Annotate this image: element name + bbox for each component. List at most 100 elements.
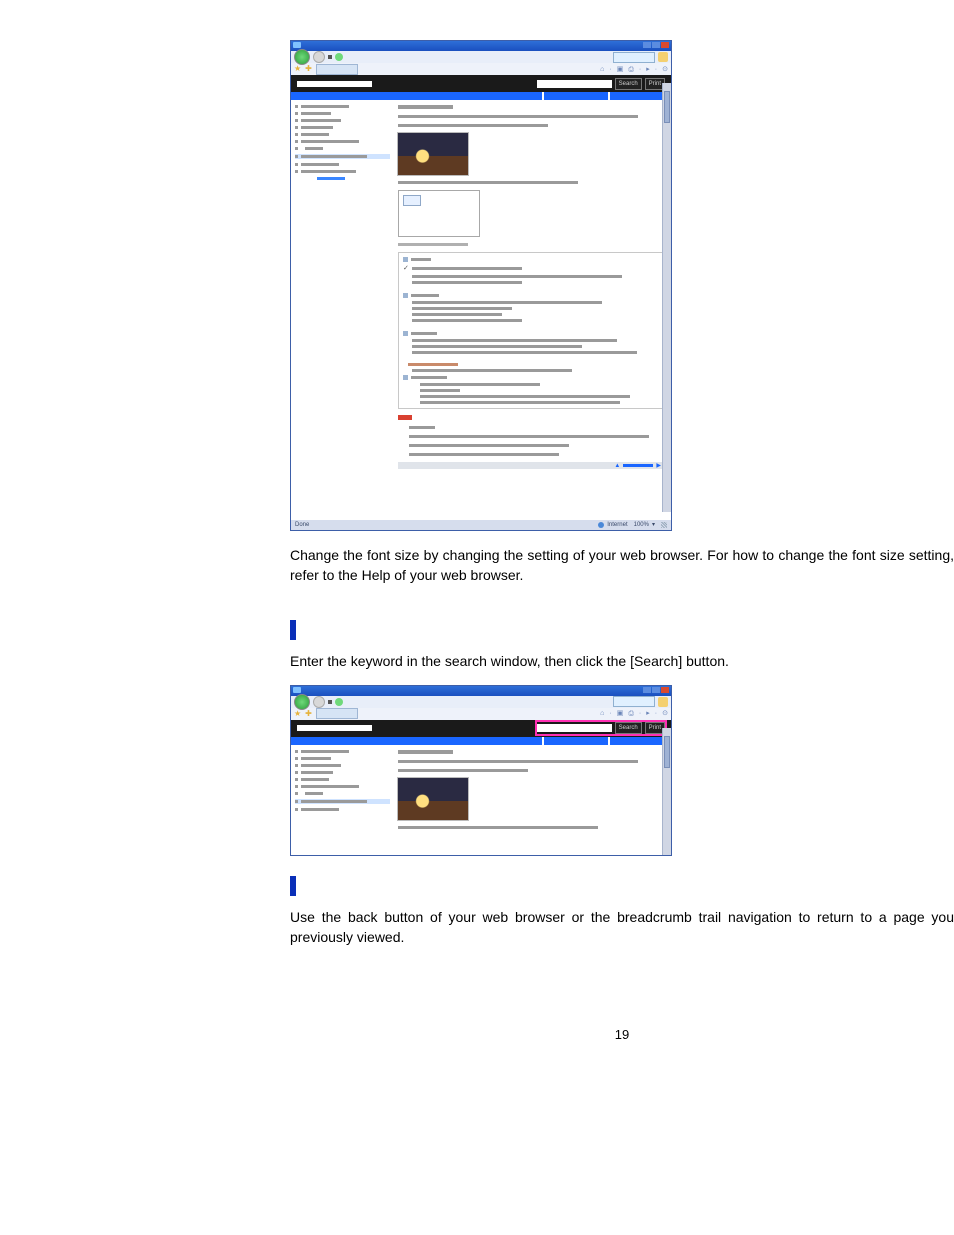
search-area-highlighted: Search Print [537,722,665,734]
text-line [398,115,638,118]
toc-sidebar [291,745,394,855]
maximize-button[interactable] [652,687,660,693]
toc-item-active[interactable] [295,799,390,804]
text-line [398,181,578,184]
maximize-button[interactable] [652,42,660,48]
page-nav: ▲ ▶ [398,462,665,469]
toc-subitem[interactable] [317,177,345,180]
vertical-scrollbar[interactable] [662,83,671,512]
toc-item[interactable] [295,750,390,753]
text-line [398,124,548,127]
browser-screenshot-full: ★ ✚ ⌂· ▣ ⎙· ▸ · ⊙ Search Print [290,40,672,531]
scroll-thumb[interactable] [664,91,670,123]
toc-item[interactable] [295,757,390,760]
toc-item[interactable] [295,133,390,136]
small-icon [403,195,421,206]
tab-toolbar: ★ ✚ ⌂· ▣ ⎙· ▸ · ⊙ [291,63,671,75]
browser-tab[interactable] [316,64,358,75]
next-page-icon[interactable]: ▶ [656,463,661,469]
toc-item[interactable] [295,140,390,143]
toc-item[interactable] [295,808,390,811]
toc-item[interactable] [295,785,390,788]
content-heading [398,750,453,754]
zoom-text: 100% [634,522,649,528]
search-paragraph: Enter the keyword in the search window, … [290,651,954,671]
toc-item[interactable] [295,126,390,129]
search-go-icon[interactable] [658,697,668,707]
text-line [398,760,638,763]
prev-page-icon[interactable]: ▲ [614,463,620,469]
toc-item[interactable] [295,771,390,774]
browser-tab[interactable] [316,708,358,719]
refresh-button[interactable] [335,698,343,706]
note-marker [398,415,412,420]
favorites-icon[interactable]: ★ [294,710,301,718]
checkbox-icon[interactable] [403,293,408,298]
page-menu-icon[interactable]: ▸ [646,66,650,73]
checkbox-icon[interactable] [403,257,408,262]
illustration-box [398,190,480,237]
forward-button[interactable] [313,696,325,708]
close-button[interactable] [661,42,669,48]
back-paragraph: Use the back button of your web browser … [290,907,954,948]
page-tools: ⌂· ▣ ⎙· ▸ · ⊙ [600,66,668,73]
refresh-button[interactable] [335,53,343,61]
feed-icon[interactable]: ▣ [617,66,624,73]
sunset-photo [398,133,468,175]
nav-separator [328,55,332,59]
feed-icon[interactable]: ▣ [617,710,624,717]
close-button[interactable] [661,687,669,693]
options-list: ✓ [398,252,665,409]
back-button[interactable] [294,49,310,65]
tools-icon[interactable]: ⊙ [662,66,668,73]
toc-item[interactable] [295,778,390,781]
main-content: ✓ [394,100,671,520]
page-menu-icon[interactable]: ▸ [646,710,650,717]
toc-item[interactable] [295,163,390,166]
print-icon[interactable]: ⎙ [628,66,634,73]
browser-search-box[interactable] [613,52,655,63]
site-search-input[interactable] [537,724,612,732]
check-icon: ✓ [403,265,409,272]
add-favorite-icon[interactable]: ✚ [305,710,312,718]
forward-button[interactable] [313,51,325,63]
sunset-photo [398,778,468,820]
toc-item[interactable] [295,119,390,122]
checkbox-icon[interactable] [403,375,408,380]
section-marker [290,620,296,640]
next-page-link[interactable] [623,464,653,467]
site-logo [297,81,372,87]
add-favorite-icon[interactable]: ✚ [305,65,312,73]
globe-icon [598,522,604,528]
zone-text: Internet [607,522,627,528]
back-button[interactable] [294,694,310,710]
site-search-input[interactable] [537,80,612,88]
tools-icon[interactable]: ⊙ [662,710,668,717]
window-titlebar [291,41,671,51]
toc-item[interactable] [295,147,390,150]
browser-search-box[interactable] [613,696,655,707]
resize-grip[interactable] [661,522,667,528]
site-logo [297,725,372,731]
site-search-button[interactable]: Search [615,722,642,734]
nav-toolbar [291,51,671,63]
toc-item-active[interactable] [295,154,390,159]
content-heading [398,105,453,109]
home-icon[interactable]: ⌂ [600,66,604,73]
toc-item[interactable] [295,170,390,173]
status-bar: Done Internet 100%▾ [291,520,671,530]
favorites-icon[interactable]: ★ [294,65,301,73]
toc-item[interactable] [295,764,390,767]
checkbox-icon[interactable] [403,331,408,336]
toc-item[interactable] [295,792,390,795]
search-go-icon[interactable] [658,52,668,62]
minimize-button[interactable] [643,687,651,693]
text-line [398,769,528,772]
font-size-paragraph: Change the font size by changing the set… [290,545,954,586]
minimize-button[interactable] [643,42,651,48]
home-icon[interactable]: ⌂ [600,710,604,717]
print-icon[interactable]: ⎙ [628,710,634,717]
toc-item[interactable] [295,105,390,108]
toc-item[interactable] [295,112,390,115]
site-search-button[interactable]: Search [615,78,642,90]
